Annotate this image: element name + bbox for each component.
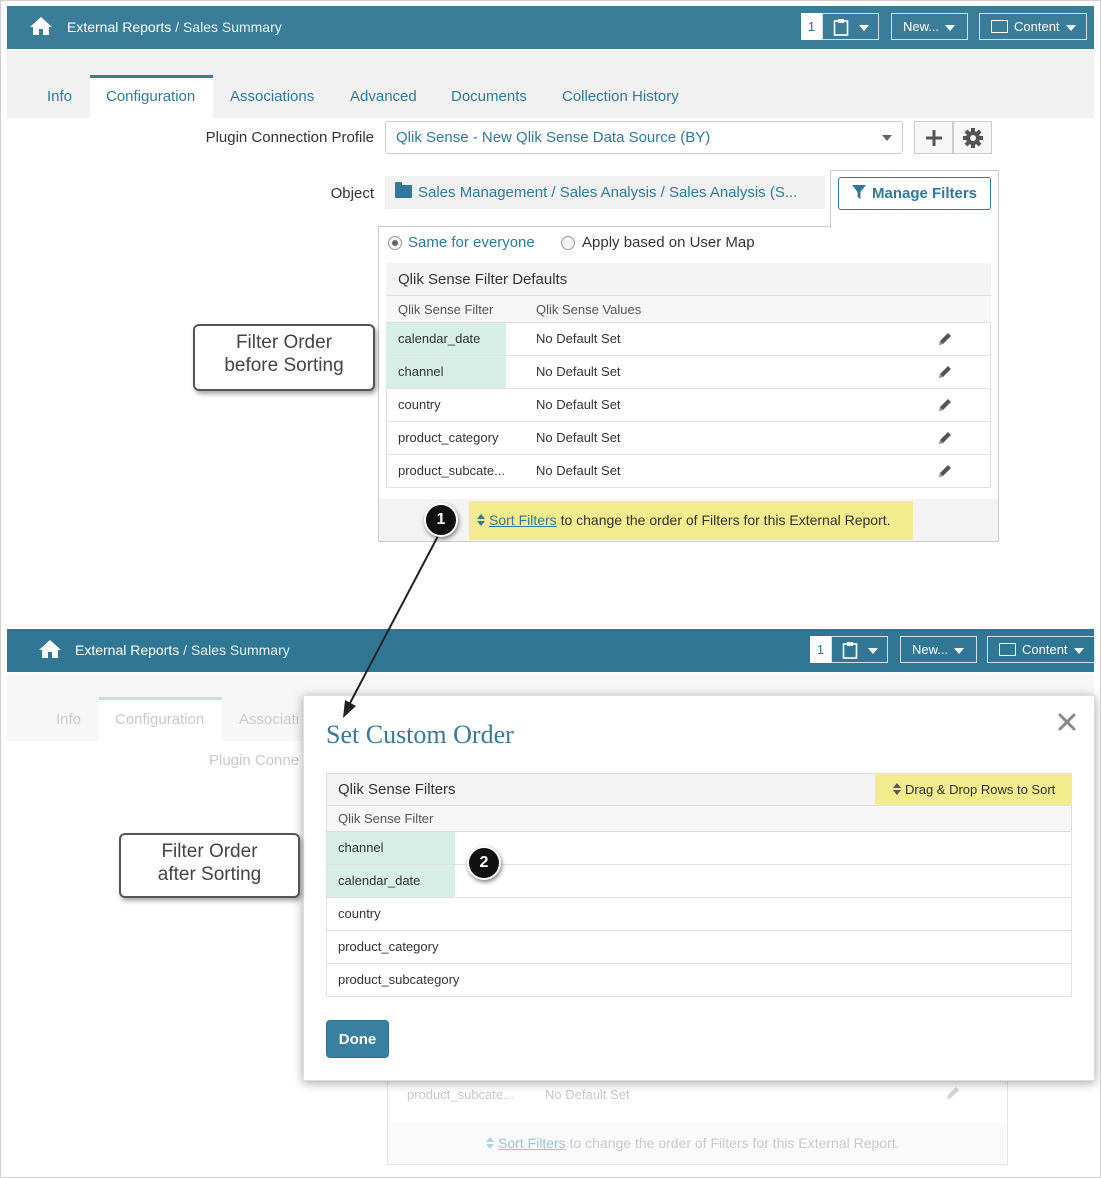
annotation-arrow: [343, 535, 439, 718]
step-marker-1: 1: [424, 503, 458, 537]
step-marker-2: 2: [467, 846, 501, 880]
